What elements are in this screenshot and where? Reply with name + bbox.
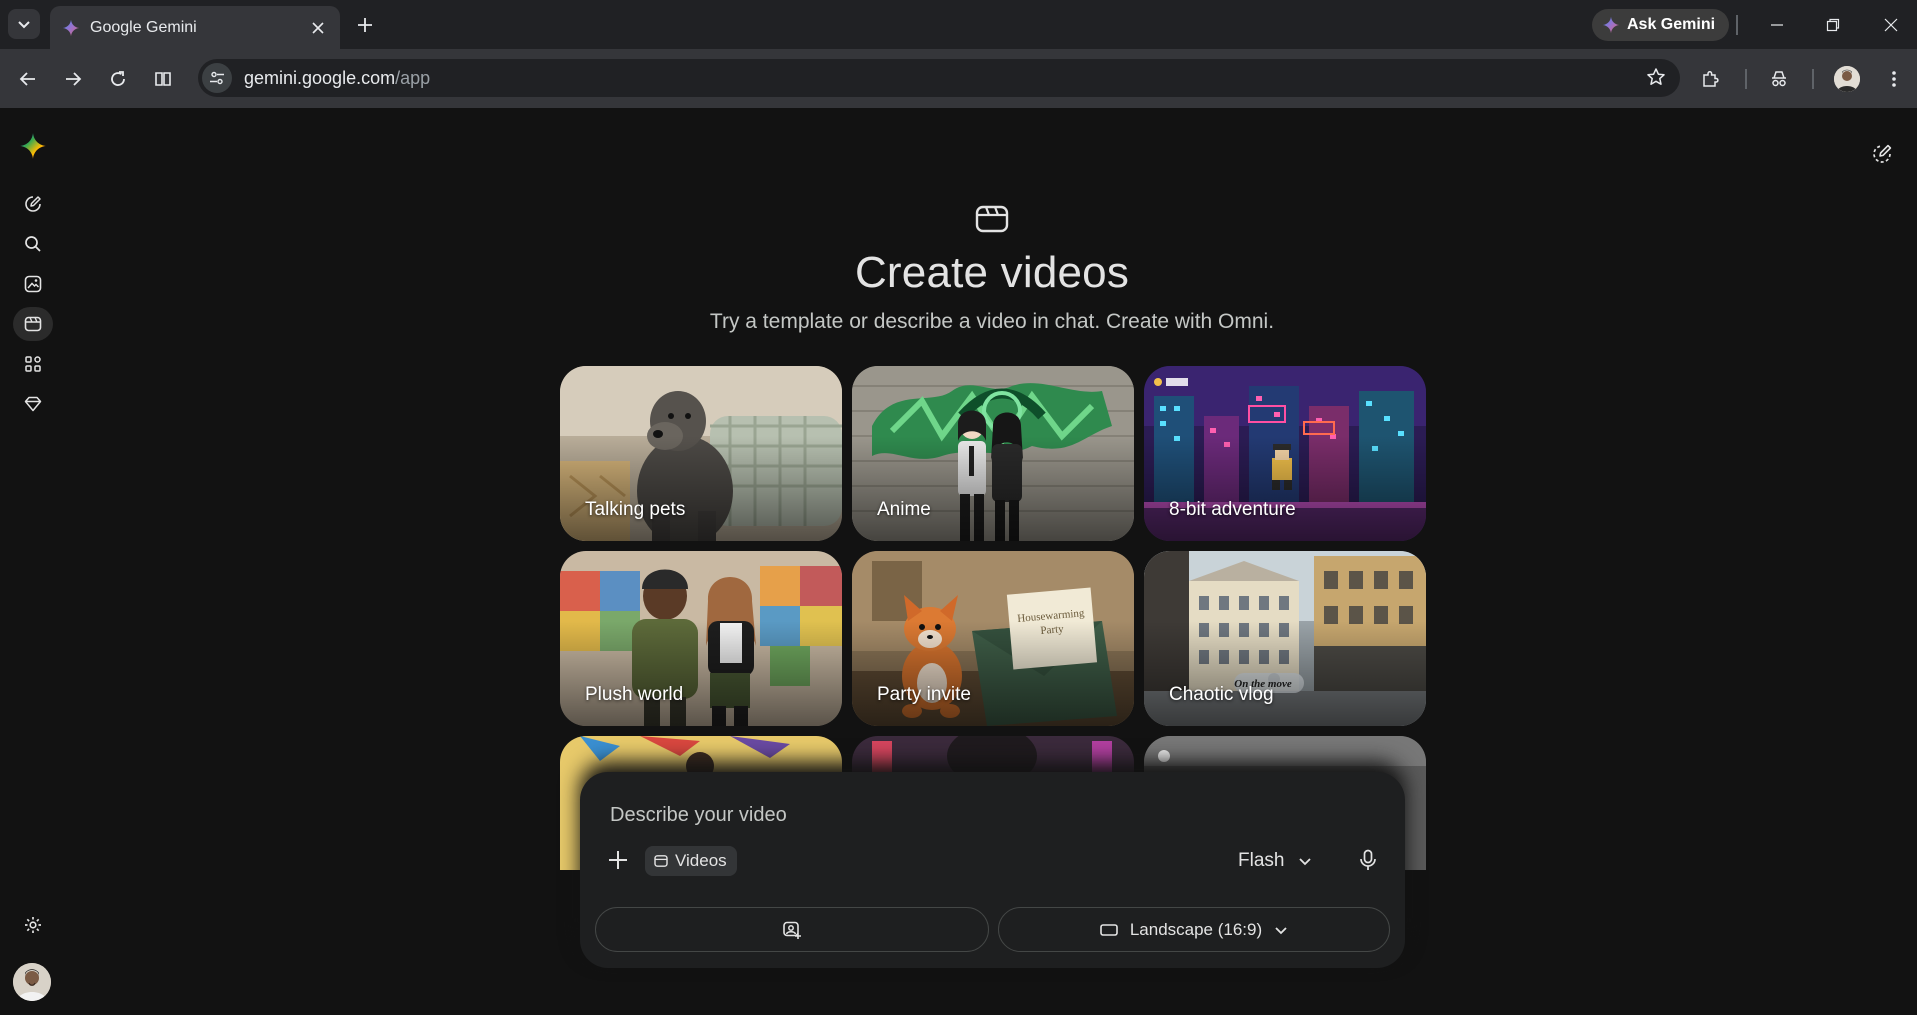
videos-tool-chip[interactable]: Videos xyxy=(645,846,737,876)
prompt-composer: Describe your video Videos Flash Landsca… xyxy=(580,772,1405,968)
arrow-right-icon xyxy=(66,72,82,86)
reload-button[interactable] xyxy=(104,65,132,93)
add-reference-image-icon xyxy=(783,921,801,939)
video-icon xyxy=(654,855,668,867)
template-label: Talking pets xyxy=(585,499,686,520)
clapperboard-icon xyxy=(975,205,1009,233)
divider xyxy=(1812,69,1814,89)
card-shade xyxy=(852,621,1134,726)
close-icon xyxy=(1884,18,1898,32)
split-view-icon xyxy=(155,72,171,86)
browser-toolbar: gemini.google.com/app xyxy=(0,49,1917,108)
side-rail xyxy=(0,108,66,1015)
tab-title: Google Gemini xyxy=(90,18,197,36)
model-picker[interactable]: Flash xyxy=(1238,846,1312,876)
forward-button[interactable] xyxy=(59,65,87,93)
settings-button[interactable] xyxy=(13,908,53,942)
template-card-8-bit-adventure[interactable]: 8-bit adventure xyxy=(1144,366,1426,541)
chip-label: Videos xyxy=(675,851,727,870)
browser-tab[interactable]: Google Gemini xyxy=(50,6,340,49)
gemini-favicon-icon xyxy=(62,19,80,36)
ask-gemini-button[interactable]: Ask Gemini xyxy=(1592,9,1730,41)
template-card-party-invite[interactable]: Housewarming Party Party invite xyxy=(852,551,1134,726)
tune-icon xyxy=(210,71,224,85)
microphone-button[interactable] xyxy=(1350,842,1386,878)
account-avatar[interactable] xyxy=(13,963,51,1001)
chevron-down-icon xyxy=(1299,858,1312,866)
reload-icon xyxy=(111,71,125,86)
minimize-button[interactable] xyxy=(1762,10,1792,40)
profile-photo-icon xyxy=(1834,66,1860,92)
template-card-chaotic-vlog[interactable]: On the move Chaotic vlog xyxy=(1144,551,1426,726)
puzzle-icon xyxy=(1703,70,1719,87)
browser-profile-avatar[interactable] xyxy=(1834,66,1860,92)
url-path: /app xyxy=(395,67,431,88)
temporary-chat-button[interactable] xyxy=(1864,136,1900,172)
template-card-anime[interactable]: Anime xyxy=(852,366,1134,541)
aspect-ratio-label: Landscape (16:9) xyxy=(1129,919,1263,939)
template-card-plush-world[interactable]: Plush world xyxy=(560,551,842,726)
gemini-spark-icon xyxy=(1602,16,1620,34)
chrome-menu-button[interactable] xyxy=(1880,65,1908,93)
card-shade xyxy=(560,621,842,726)
address-bar[interactable]: gemini.google.com/app xyxy=(198,59,1680,97)
template-card-talking-pets[interactable]: Talking pets xyxy=(560,366,842,541)
bookmark-star-icon[interactable] xyxy=(1646,67,1666,92)
template-label: Anime xyxy=(877,499,931,520)
chevron-down-icon xyxy=(18,21,30,29)
site-info-button[interactable] xyxy=(202,63,232,93)
template-label: Plush world xyxy=(585,684,684,705)
plus-icon xyxy=(358,18,372,32)
microphone-icon xyxy=(1360,849,1376,870)
back-button[interactable] xyxy=(14,65,42,93)
model-label: Flash xyxy=(1238,850,1285,871)
tab-close-icon[interactable] xyxy=(308,18,328,38)
restore-button[interactable] xyxy=(1818,10,1848,40)
incognito-icon xyxy=(1772,71,1786,87)
chevron-down-icon xyxy=(1275,926,1287,934)
template-label: 8-bit adventure xyxy=(1169,499,1296,520)
arrow-left-icon xyxy=(19,72,35,86)
new-chat-button[interactable] xyxy=(13,187,53,221)
aspect-ratio-picker[interactable]: Landscape (16:9) xyxy=(998,907,1390,952)
new-tab-button[interactable] xyxy=(352,12,378,38)
gemini-app: Create videos Try a template or describe… xyxy=(0,108,1917,1015)
reference-image-button[interactable] xyxy=(595,907,989,952)
extensions-button[interactable] xyxy=(1697,65,1725,93)
card-shade xyxy=(1144,436,1426,541)
divider xyxy=(1745,69,1747,89)
restore-icon xyxy=(1826,18,1840,32)
gemini-logo-icon[interactable] xyxy=(19,132,47,160)
gem-icon xyxy=(24,396,42,412)
new-chat-icon xyxy=(25,196,41,212)
card-shade xyxy=(560,436,842,541)
card-shade xyxy=(852,436,1134,541)
template-label: Chaotic vlog xyxy=(1169,684,1274,705)
close-window-button[interactable] xyxy=(1876,10,1906,40)
browser-tab-bar: Google Gemini Ask Gemini xyxy=(0,0,1917,49)
template-label: Party invite xyxy=(877,684,971,705)
page-title: Create videos xyxy=(854,248,1130,297)
url-host: gemini.google.com xyxy=(244,67,396,88)
ask-gemini-label: Ask Gemini xyxy=(1627,16,1716,33)
plus-icon xyxy=(609,851,627,869)
tab-search-button[interactable] xyxy=(8,9,40,39)
add-attachment-button[interactable] xyxy=(600,842,636,878)
page-subtitle: Try a template or describe a video in ch… xyxy=(709,310,1275,333)
url-text: gemini.google.com/app xyxy=(244,68,430,89)
prompt-input[interactable]: Describe your video xyxy=(610,804,787,827)
user-photo-icon xyxy=(13,963,51,1001)
apps-button[interactable] xyxy=(13,347,53,381)
divider xyxy=(1736,15,1738,35)
gems-button[interactable] xyxy=(13,387,53,421)
temporary-chat-icon xyxy=(1873,144,1892,163)
incognito-button[interactable] xyxy=(1765,65,1793,93)
split-view-button[interactable] xyxy=(149,65,177,93)
settings-icon xyxy=(25,917,41,933)
landscape-ratio-icon xyxy=(1100,923,1118,936)
apps-icon xyxy=(25,356,41,372)
more-vert-icon xyxy=(1892,71,1896,87)
minimize-icon xyxy=(1771,24,1783,26)
card-shade xyxy=(1144,621,1426,726)
